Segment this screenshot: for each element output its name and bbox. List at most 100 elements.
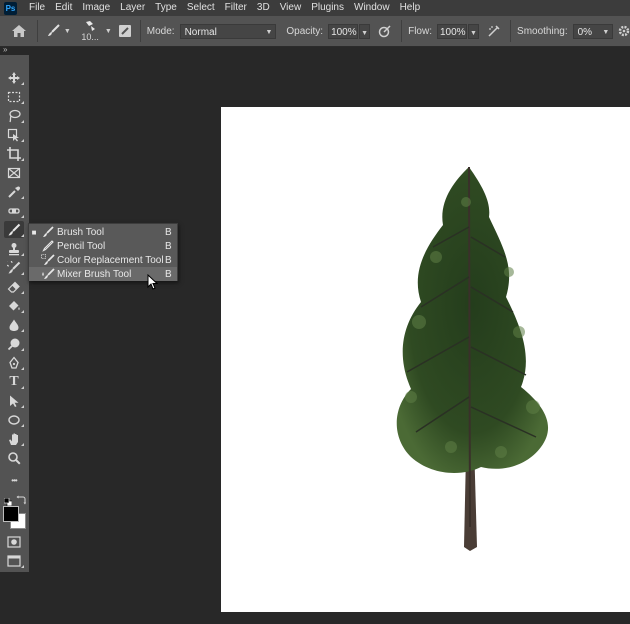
flyout-item-pencil-tool[interactable]: Pencil Tool B <box>29 239 177 253</box>
menu-layer[interactable]: Layer <box>115 0 150 16</box>
brush-settings-icon <box>118 25 131 37</box>
menu-select[interactable]: Select <box>182 0 220 16</box>
chevron-down-icon: ▼ <box>104 27 112 35</box>
ellipse-icon <box>8 414 20 425</box>
brush-preset-picker[interactable]: 10... ▼ <box>81 20 112 42</box>
eraser-icon <box>7 281 20 293</box>
brush-icon <box>47 24 60 36</box>
flyout-item-color-replacement-tool[interactable]: Color Replacement Tool B <box>29 253 177 267</box>
smoothing-value: 0% <box>577 26 593 38</box>
pen-tool[interactable] <box>4 354 24 371</box>
crop-icon <box>7 146 21 161</box>
lasso-icon <box>9 109 21 122</box>
pressure-opacity-toggle[interactable] <box>375 24 395 38</box>
brush-settings-toggle[interactable] <box>116 24 134 38</box>
airbrush-toggle[interactable] <box>484 24 504 38</box>
pen-nib-icon <box>9 355 19 369</box>
toolbar-collapse-toggle[interactable]: » <box>0 46 32 54</box>
mixer-brush-icon <box>39 268 57 280</box>
pencil-icon <box>39 240 57 252</box>
chevron-down-icon: ▼ <box>63 27 71 35</box>
opacity-dropdown[interactable]: ▼ <box>359 23 371 39</box>
divider <box>139 20 141 42</box>
double-chevron-icon: » <box>3 45 8 54</box>
eraser-tool[interactable] <box>4 278 24 295</box>
home-icon <box>11 25 26 37</box>
menu-window[interactable]: Window <box>349 0 395 16</box>
type-tool[interactable]: T <box>4 373 24 390</box>
menu-image[interactable]: Image <box>77 0 115 16</box>
home-button[interactable] <box>6 24 31 38</box>
eyedropper-tool[interactable] <box>4 183 24 200</box>
smoothing-label: Smoothing: <box>517 25 568 37</box>
tool-preset-picker[interactable]: ▼ <box>44 23 71 39</box>
flyout-item-shortcut: B <box>165 254 172 266</box>
smoothing-input[interactable]: 0% ▼ <box>572 23 614 39</box>
chevron-down-icon: ▼ <box>602 28 610 36</box>
flow-dropdown[interactable]: ▼ <box>468 23 480 39</box>
gear-icon <box>618 25 629 37</box>
menu-edit[interactable]: Edit <box>50 0 77 16</box>
blur-tool[interactable] <box>4 316 24 333</box>
quick-mask-button[interactable] <box>4 533 24 550</box>
flow-input[interactable]: 100% <box>437 23 467 39</box>
screen-mode-button[interactable] <box>4 552 24 569</box>
object-selection-tool[interactable] <box>4 126 24 143</box>
eyedropper-icon <box>8 186 21 198</box>
menu-view[interactable]: View <box>275 0 307 16</box>
divider <box>37 20 39 42</box>
spot-healing-tool[interactable] <box>4 202 24 219</box>
ellipse-tool[interactable] <box>4 411 24 428</box>
foreground-color-swatch[interactable] <box>3 506 19 522</box>
flyout-item-label: Color Replacement Tool <box>57 254 164 266</box>
menu-help[interactable]: Help <box>395 0 426 16</box>
pine-tree-image <box>396 166 549 551</box>
pressure-icon <box>378 25 391 38</box>
brush-tools-flyout: ■ Brush Tool B Pencil Tool B Color Repla… <box>28 223 178 281</box>
menu-filter[interactable]: Filter <box>220 0 252 16</box>
object-selection-icon <box>7 128 19 141</box>
magnifier-icon <box>8 451 21 465</box>
mode-value: Normal <box>184 26 217 38</box>
rectangle-marquee-icon <box>7 91 21 102</box>
hand-tool[interactable] <box>4 430 24 447</box>
arrow-cursor-icon <box>10 395 19 407</box>
menu-3d[interactable]: 3D <box>252 0 275 16</box>
lasso-tool[interactable] <box>4 107 24 124</box>
default-colors-button[interactable] <box>3 493 13 507</box>
opacity-input[interactable]: 100% <box>328 23 359 39</box>
history-brush-icon <box>7 260 21 273</box>
crop-tool[interactable] <box>4 145 24 162</box>
color-replacement-icon <box>39 254 57 266</box>
edit-toolbar[interactable]: ••• <box>4 472 24 489</box>
swap-colors-button[interactable] <box>16 492 26 505</box>
menu-file[interactable]: File <box>24 0 50 16</box>
divider <box>510 20 512 42</box>
brush-tip-icon <box>86 21 96 31</box>
marquee-tool[interactable] <box>4 88 24 105</box>
divider <box>401 20 403 42</box>
path-selection-tool[interactable] <box>4 392 24 409</box>
history-brush-tool[interactable] <box>4 259 24 276</box>
flyout-item-brush-tool[interactable]: ■ Brush Tool B <box>29 225 177 239</box>
zoom-tool[interactable] <box>4 449 24 466</box>
flyout-item-shortcut: B <box>165 268 172 280</box>
hand-icon <box>9 433 18 445</box>
move-tool[interactable] <box>4 69 24 86</box>
menu-type[interactable]: Type <box>150 0 182 16</box>
paint-bucket-tool[interactable] <box>4 297 24 314</box>
mode-dropdown[interactable]: Normal ▼ <box>179 23 277 39</box>
flow-value: 100% <box>440 26 466 38</box>
document-canvas[interactable] <box>221 107 630 612</box>
clone-stamp-tool[interactable] <box>4 240 24 257</box>
bandage-icon <box>8 207 20 214</box>
swap-arrows-icon <box>16 495 26 505</box>
brush-tool[interactable] <box>4 221 24 238</box>
brush-icon <box>39 226 57 238</box>
frame-tool[interactable] <box>4 164 24 181</box>
pointer-cursor-icon <box>147 273 159 290</box>
dodge-tool[interactable] <box>4 335 24 352</box>
smoothing-settings-button[interactable] <box>617 25 630 37</box>
tools-panel: T ••• <box>0 55 29 572</box>
menu-plugins[interactable]: Plugins <box>306 0 349 16</box>
